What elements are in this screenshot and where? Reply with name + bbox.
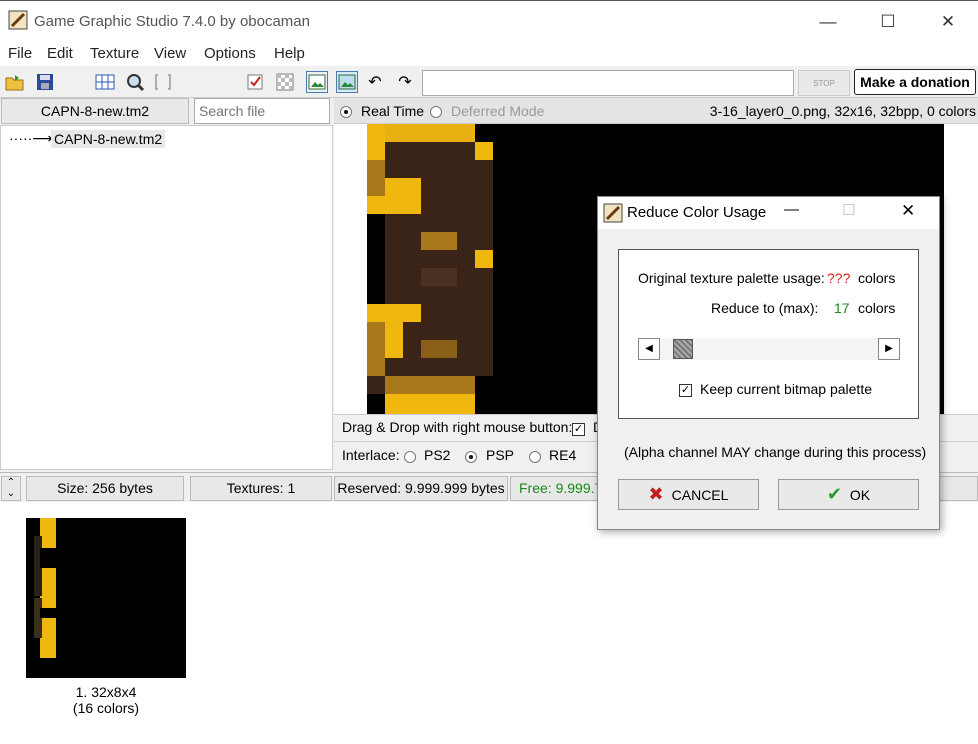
menu-edit[interactable]: Edit (47, 45, 73, 62)
file-info: 3-16_layer0_0.png, 32x16, 32bpp, 0 color… (709, 103, 976, 119)
keep-palette-label: Keep current bitmap palette (700, 381, 872, 397)
reserved-status: Reserved: 9.999.999 bytes (334, 476, 508, 501)
cancel-button[interactable]: ✖ CANCEL (618, 479, 759, 510)
cross-icon: ✖ (648, 484, 664, 504)
thumbnail-caption: 1. 32x8x4 (16 colors) (56, 684, 156, 716)
stop-button[interactable]: STOP (798, 70, 850, 96)
reduce-to-unit: colors (858, 300, 896, 316)
menu-help[interactable]: Help (274, 45, 305, 62)
fit-image-icon[interactable] (306, 71, 328, 93)
dialog-app-icon (603, 203, 623, 223)
original-usage-unit: colors (858, 270, 896, 286)
dialog-title: Reduce Color Usage (627, 204, 767, 221)
texture-thumbnail[interactable] (26, 518, 186, 678)
interlace-radio-psp[interactable] (465, 448, 477, 464)
keep-palette-checkbox[interactable]: ✓ (679, 382, 692, 398)
size-status: Size: 256 bytes (26, 476, 184, 501)
render-mode-bar: Real Time Deferred Mode 3-16_layer0_0.pn… (334, 98, 978, 124)
interlace-label: Interlace: (342, 447, 400, 463)
dialog-minimize-icon[interactable]: — (784, 201, 799, 218)
thumbnail-area: 1. 32x8x4 (16 colors) (0, 502, 978, 744)
slider-thumb[interactable] (673, 339, 693, 359)
spin-arrows-icon[interactable]: ⌃ ⌄ (1, 476, 21, 501)
slider-left-icon[interactable]: ◀ (638, 338, 660, 360)
undo-icon[interactable]: ↶ (364, 71, 386, 93)
menu-file[interactable]: File (8, 45, 32, 62)
interlace-radio-ps2[interactable] (404, 448, 416, 464)
maximize-icon[interactable]: ☐ (860, 7, 916, 37)
reduce-slider[interactable]: ◀ ▶ (638, 338, 900, 360)
ok-label: OK (849, 486, 871, 503)
transparency-icon[interactable] (274, 71, 296, 93)
grid-view-icon[interactable] (94, 71, 116, 93)
dialog-group-box: Original texture palette usage: ??? colo… (618, 249, 919, 419)
close-icon[interactable]: ✕ (920, 7, 976, 37)
minimize-icon[interactable]: — (800, 7, 856, 37)
deferred-radio[interactable] (430, 103, 442, 118)
reduce-color-dialog: Reduce Color Usage — ☐ ✕ Original textur… (597, 196, 940, 530)
original-usage-value: ??? (827, 270, 851, 286)
zoom-icon[interactable] (124, 71, 146, 93)
dialog-maximize-icon: ☐ (842, 202, 856, 219)
cancel-label: CANCEL (671, 486, 729, 503)
window-title: Game Graphic Studio 7.4.0 by obocaman (34, 13, 310, 30)
realtime-label: Real Time (361, 103, 425, 119)
textures-status: Textures: 1 (190, 476, 332, 501)
interlace-ps2-label: PS2 (424, 447, 451, 463)
frame-icon[interactable] (152, 71, 174, 93)
interlace-radio-re4[interactable] (529, 448, 541, 464)
file-tab[interactable]: CAPN-8-new.tm2 (1, 98, 189, 124)
tree-connector-icon: ·····⟶ (9, 130, 53, 146)
redo-icon[interactable]: ↷ (394, 71, 416, 93)
menu-bar: File Edit Texture View Options Help (0, 42, 978, 66)
check-list-icon[interactable] (244, 71, 266, 93)
file-tree: ·····⟶ CAPN-8-new.tm2 (0, 125, 333, 470)
toolbar: ↶ ↷ STOP Make a donation (0, 66, 978, 98)
drag-drop-checkbox[interactable]: ✓ (572, 420, 585, 436)
title-bar: Game Graphic Studio 7.4.0 by obocaman — … (0, 0, 978, 42)
ok-button[interactable]: ✔ OK (778, 479, 919, 510)
dialog-title-bar: Reduce Color Usage — ☐ ✕ (598, 197, 939, 229)
reduce-to-value: 17 (834, 300, 850, 316)
realtime-radio[interactable] (340, 103, 352, 118)
app-icon (8, 10, 28, 30)
original-usage-label: Original texture palette usage: (638, 270, 825, 286)
donate-button[interactable]: Make a donation (854, 69, 976, 95)
path-input[interactable] (422, 70, 794, 96)
deferred-label: Deferred Mode (451, 103, 545, 119)
dialog-close-icon[interactable]: ✕ (901, 201, 915, 221)
thumbnail-size: 1. 32x8x4 (75, 684, 137, 700)
menu-texture[interactable]: Texture (90, 45, 139, 62)
tree-item-file[interactable]: CAPN-8-new.tm2 (51, 130, 166, 148)
status-extra (938, 476, 978, 501)
search-input[interactable] (194, 98, 330, 124)
interlace-re4-label: RE4 (549, 447, 577, 463)
open-folder-icon[interactable] (4, 71, 26, 93)
free-status: Free: 9.999.7 (510, 476, 610, 501)
drag-drop-label: Drag & Drop with right mouse button: (342, 419, 573, 435)
menu-options[interactable]: Options (204, 45, 256, 62)
image-icon[interactable] (336, 71, 358, 93)
alpha-note: (Alpha channel MAY change during this pr… (624, 444, 927, 460)
interlace-psp-label: PSP (486, 447, 515, 463)
check-icon: ✔ (826, 484, 842, 504)
save-icon[interactable] (34, 71, 56, 93)
slider-right-icon[interactable]: ▶ (878, 338, 900, 360)
thumbnail-colors: (16 colors) (72, 700, 140, 716)
reduce-to-label: Reduce to (max): (711, 300, 819, 316)
menu-view[interactable]: View (154, 45, 186, 62)
